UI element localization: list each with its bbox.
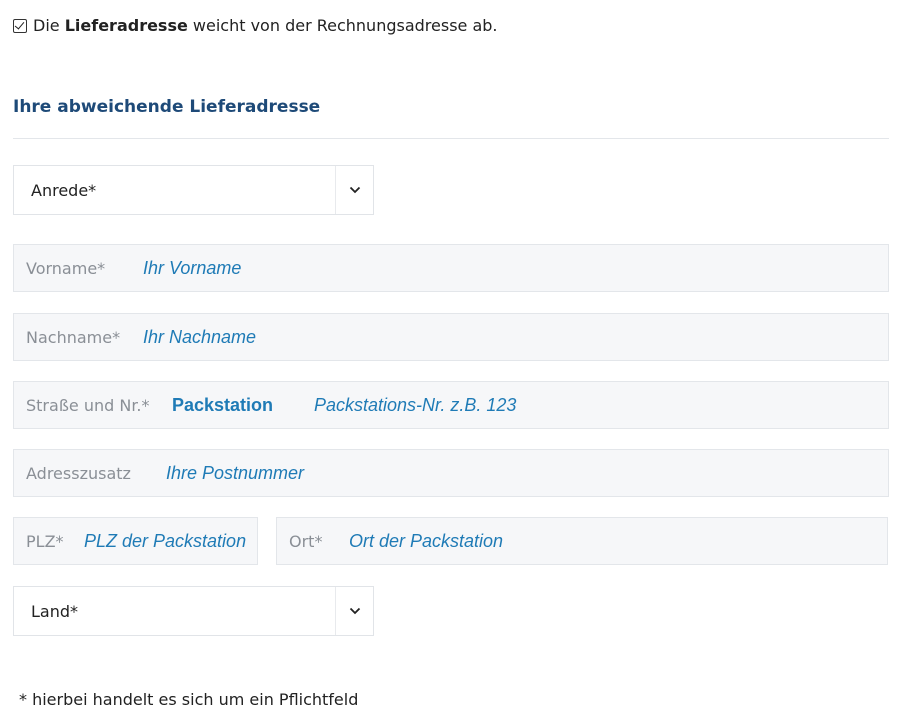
- firstname-label: Vorname*: [26, 258, 106, 278]
- zip-label: PLZ*: [26, 531, 64, 551]
- required-field-note: * hierbei handelt es sich um ein Pflicht…: [19, 690, 359, 709]
- firstname-value: Ihr Vorname: [143, 257, 242, 278]
- city-field[interactable]: Ort* Ort der Packstation: [276, 517, 888, 565]
- address-addition-value: Ihre Postnummer: [166, 462, 305, 483]
- city-label: Ort*: [289, 531, 323, 551]
- firstname-field[interactable]: Vorname* Ihr Vorname: [13, 244, 889, 292]
- street-packstation-value: Packstation: [172, 394, 274, 415]
- chevron-down-icon[interactable]: [335, 587, 373, 635]
- chevron-down-icon[interactable]: [335, 166, 373, 214]
- country-label: Land*: [31, 601, 79, 621]
- address-addition-field[interactable]: Adresszusatz Ihre Postnummer: [13, 449, 889, 497]
- checkbox-label[interactable]: Die Lieferadresse weicht von der Rechnun…: [33, 16, 498, 35]
- salutation-select[interactable]: Anrede*: [13, 165, 374, 215]
- zip-value: PLZ der Packstation: [84, 530, 247, 551]
- checkbox-checked-icon[interactable]: [13, 18, 27, 33]
- divider: [13, 138, 889, 139]
- section-title: Ihre abweichende Lieferadresse: [13, 97, 321, 117]
- street-field[interactable]: Straße und Nr.* Packstation Packstations…: [13, 381, 889, 429]
- lastname-value: Ihr Nachname: [143, 326, 257, 347]
- salutation-label: Anrede*: [31, 180, 97, 200]
- lastname-field[interactable]: Nachname* Ihr Nachname: [13, 313, 889, 361]
- zip-field[interactable]: PLZ* PLZ der Packstation: [13, 517, 258, 565]
- address-addition-label: Adresszusatz: [26, 463, 131, 483]
- street-label: Straße und Nr.*: [26, 395, 150, 415]
- lastname-label: Nachname*: [26, 327, 121, 347]
- city-value: Ort der Packstation: [349, 530, 504, 551]
- delivery-address-form: Die Lieferadresse weicht von der Rechnun…: [0, 0, 903, 724]
- country-select[interactable]: Land*: [13, 586, 374, 636]
- different-delivery-address-row[interactable]: Die Lieferadresse weicht von der Rechnun…: [13, 16, 498, 35]
- street-number-value: Packstations-Nr. z.B. 123: [314, 394, 517, 415]
